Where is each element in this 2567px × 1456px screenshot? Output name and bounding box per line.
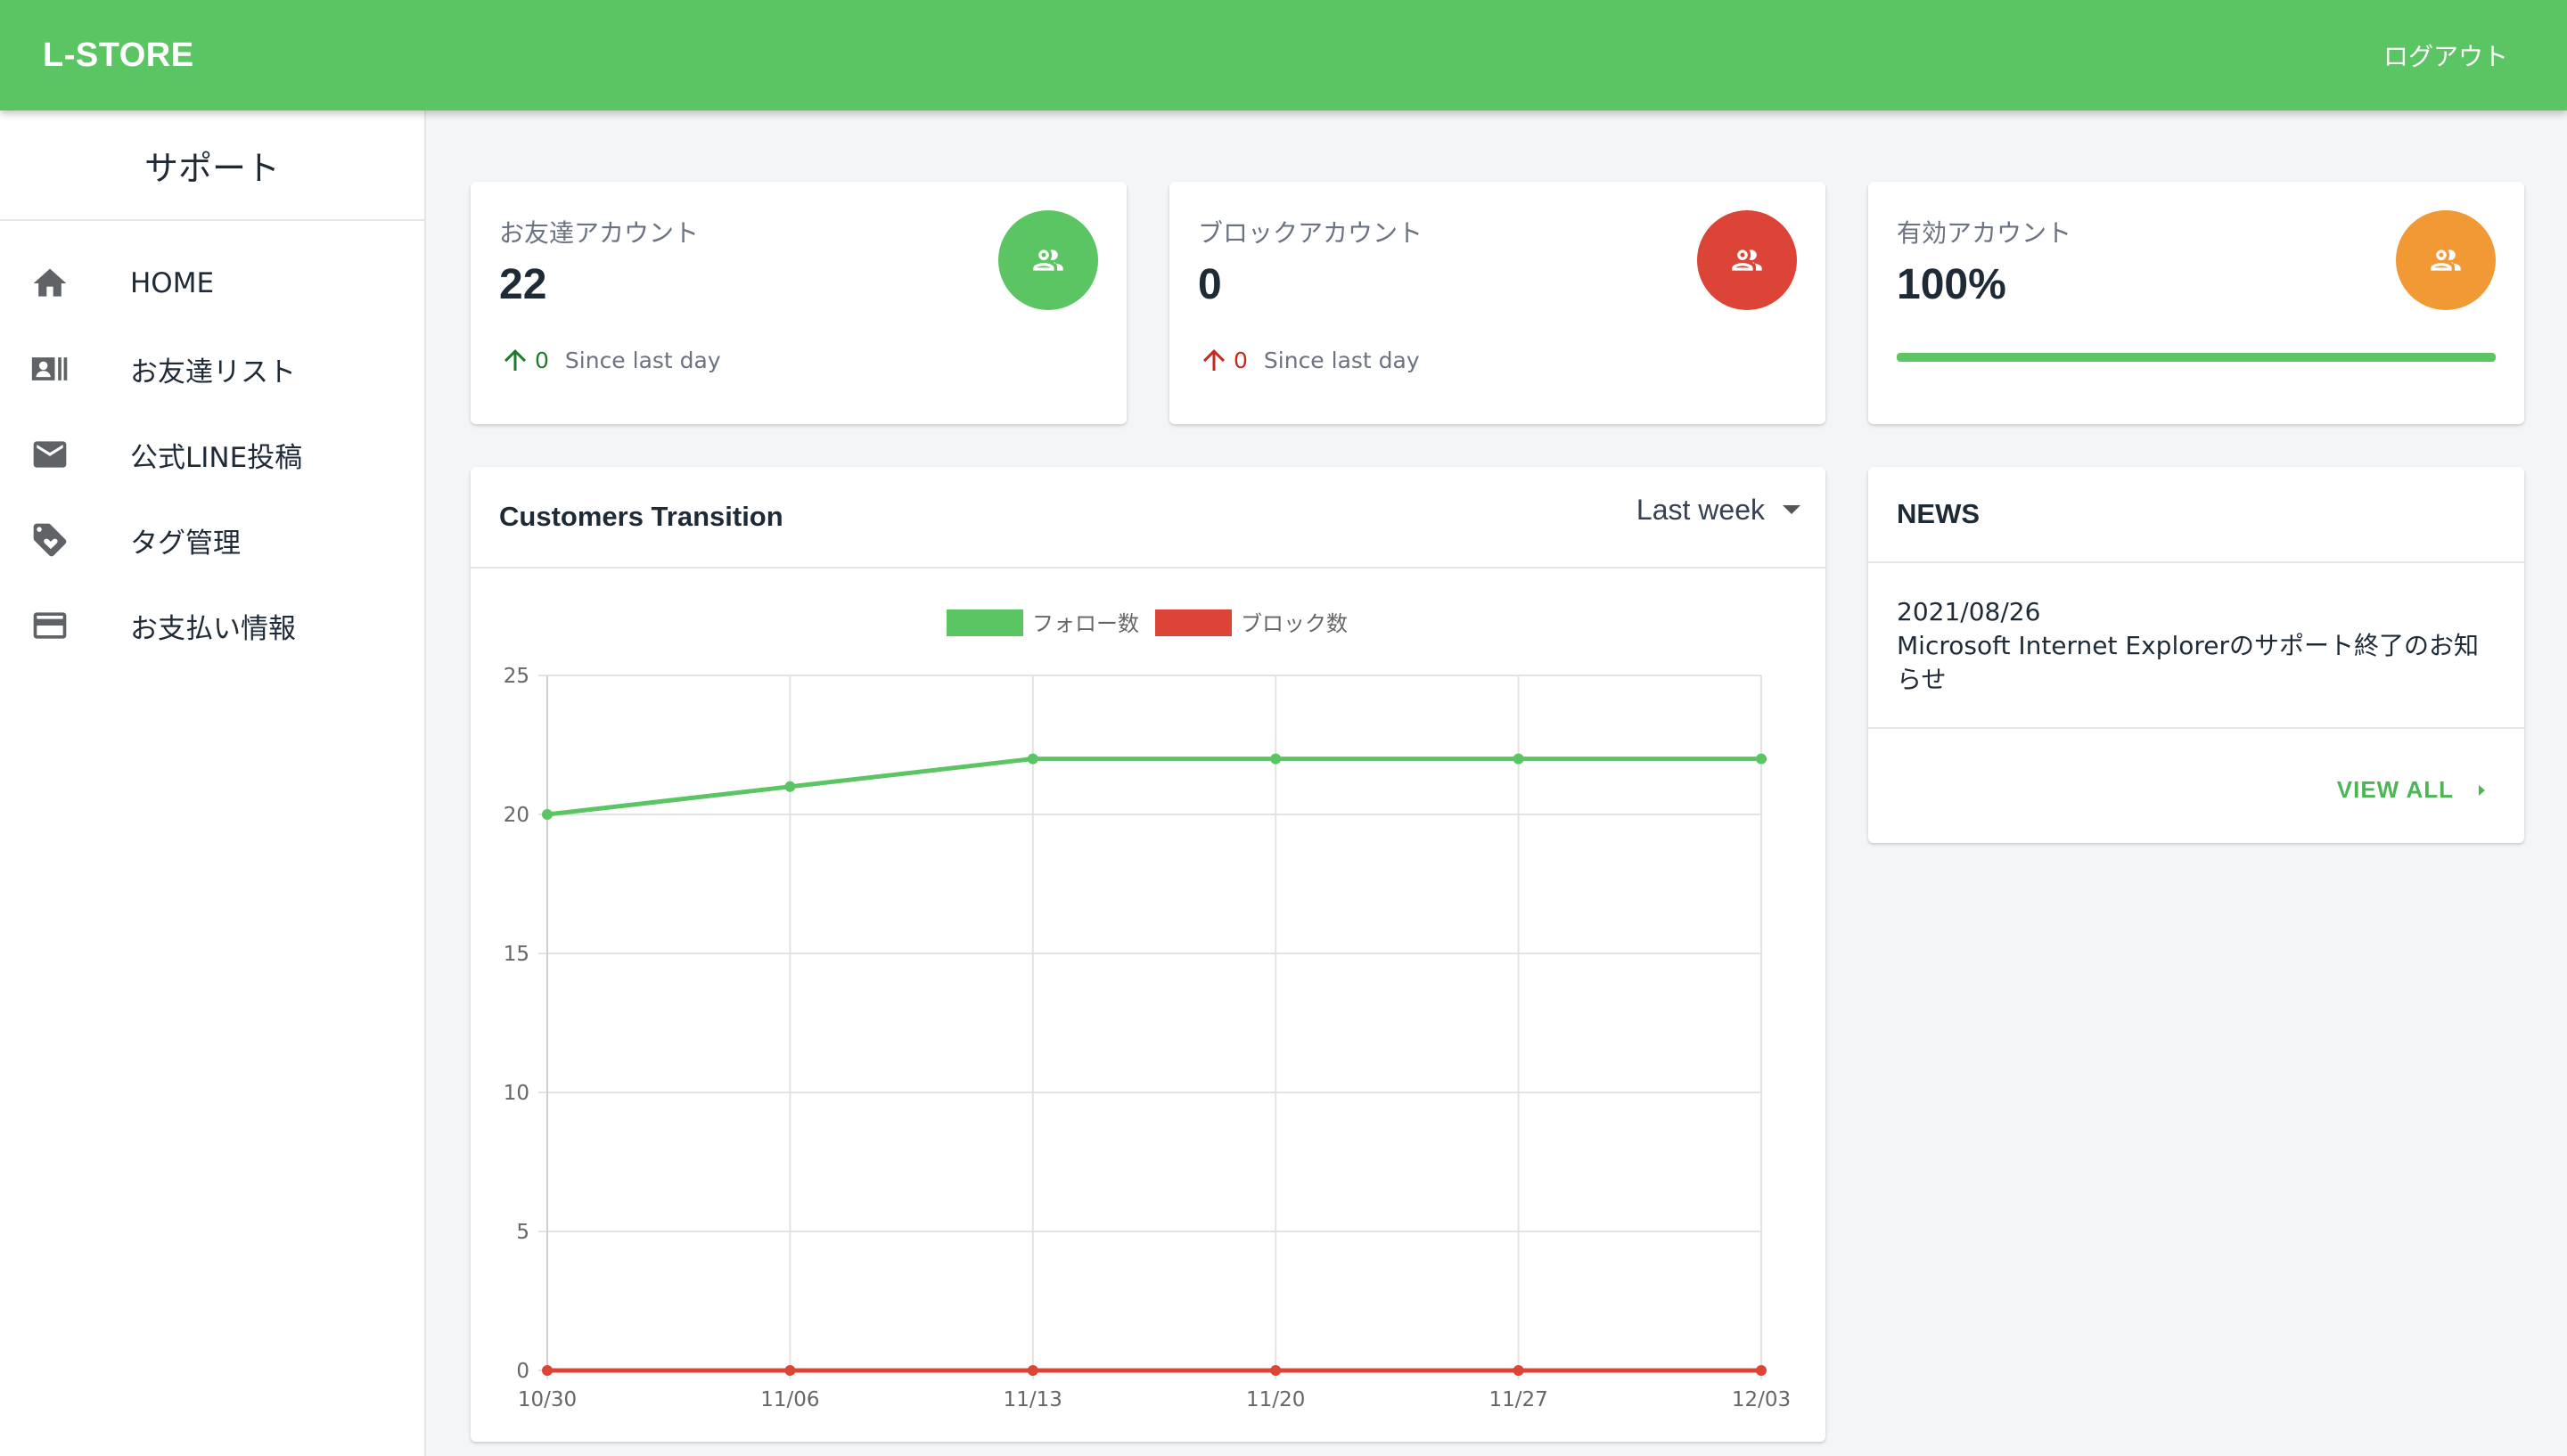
- view-all-label: VIEW ALL: [2336, 776, 2454, 803]
- x-tick-label: 11/27: [1489, 1388, 1547, 1411]
- credit-card-icon: [29, 604, 71, 647]
- stat-value: 100%: [1897, 261, 2006, 308]
- news-panel: NEWS 2021/08/26 Microsoft Internet Explo…: [1868, 467, 2524, 843]
- logout-button[interactable]: ログアウト: [2383, 37, 2508, 73]
- group-icon: [2431, 249, 2461, 271]
- news-title: NEWS: [1897, 498, 1980, 529]
- stat-value: 22: [499, 261, 547, 308]
- arrow-up-icon: [504, 349, 526, 371]
- home-icon: [29, 262, 71, 305]
- x-tick-label: 10/30: [518, 1388, 577, 1411]
- stat-since-label: Since last day: [564, 347, 721, 373]
- chart-panel-header: Customers Transition Last week: [471, 467, 1825, 568]
- sidebar-nav: HOME お友達リスト 公式LINE投稿 タグ管理 お支払い情報: [0, 221, 424, 668]
- y-tick-label: 15: [504, 943, 529, 966]
- stat-delta: 0: [535, 347, 549, 373]
- data-point: [784, 781, 796, 792]
- y-tick-label: 25: [504, 665, 529, 688]
- data-point: [1027, 753, 1038, 765]
- data-point: [542, 1365, 553, 1376]
- stat-title: 有効アカウント: [1897, 218, 2072, 248]
- news-text: Microsoft Internet Explorerのサポート終了のお知らせ: [1897, 631, 2479, 694]
- data-point: [1270, 753, 1282, 765]
- sidebar-item-friends-list[interactable]: お友達リスト: [0, 326, 424, 412]
- data-point: [1756, 753, 1767, 765]
- y-tick-label: 20: [504, 804, 529, 827]
- period-dropdown[interactable]: Last week: [1636, 494, 1800, 527]
- x-tick-label: 11/06: [760, 1388, 819, 1411]
- period-dropdown-value: Last week: [1636, 493, 1765, 526]
- sidebar-item-tags[interactable]: タグ管理: [0, 497, 424, 583]
- progress-fill: [1897, 353, 2496, 362]
- legend-label: フォロー数: [1032, 611, 1139, 636]
- x-tick-label: 11/20: [1246, 1388, 1305, 1411]
- mail-icon: [29, 433, 71, 476]
- caret-down-icon: [1783, 505, 1800, 514]
- sidebar-item-line-post[interactable]: 公式LINE投稿: [0, 412, 424, 497]
- data-point: [1756, 1365, 1767, 1376]
- stat-footer: 0 Since last day: [1198, 344, 1420, 376]
- legend-label: ブロック数: [1241, 611, 1348, 636]
- active-progress-bar: [1897, 353, 2496, 362]
- stat-icon-circle: [2396, 210, 2496, 310]
- view-all-button[interactable]: VIEW ALL: [2337, 776, 2485, 804]
- chart-panel: Customers Transition Last week 0 5 10 15 20 2…: [471, 467, 1825, 1442]
- stat-card-active: 有効アカウント 100%: [1868, 182, 2524, 424]
- brand-logo[interactable]: L-STORE: [43, 37, 194, 75]
- app-bar: L-STORE ログアウト: [0, 0, 2567, 110]
- stat-title: お友達アカウント: [499, 218, 700, 248]
- chart-panel-title: Customers Transition: [499, 501, 783, 532]
- sidebar-item-label: 公式LINE投稿: [130, 441, 303, 474]
- stat-footer: 0 Since last day: [499, 344, 721, 376]
- news-header: NEWS: [1868, 467, 2524, 563]
- sidebar: サポート HOME お友達リスト 公式LINE投稿 タグ管理 お支払い情報: [0, 110, 426, 1456]
- arrow-up-icon: [1203, 349, 1225, 371]
- stat-icon-circle: [998, 210, 1098, 310]
- legend-swatch: [947, 609, 1023, 636]
- chevron-right-icon: [2479, 784, 2485, 796]
- stat-icon-circle: [1697, 210, 1797, 310]
- stat-card-friends: お友達アカウント 22 0 Since last day: [471, 182, 1127, 424]
- data-point: [1513, 1365, 1524, 1376]
- data-point: [784, 1365, 796, 1376]
- x-tick-label: 12/03: [1732, 1388, 1791, 1411]
- y-tick-label: 5: [516, 1221, 529, 1244]
- stat-value: 0: [1198, 261, 1222, 308]
- sidebar-item-label: HOME: [130, 267, 215, 299]
- sidebar-title: サポート: [0, 110, 424, 221]
- group-icon: [1033, 249, 1063, 271]
- group-icon: [1732, 249, 1762, 271]
- stat-delta: 0: [1234, 347, 1248, 373]
- stat-card-blocked: ブロックアカウント 0 0 Since last day: [1169, 182, 1825, 424]
- sidebar-item-payment[interactable]: お支払い情報: [0, 583, 424, 668]
- news-item[interactable]: 2021/08/26 Microsoft Internet Explorerのサ…: [1868, 563, 2524, 729]
- stat-title: ブロックアカウント: [1198, 218, 1423, 248]
- data-point: [542, 809, 553, 820]
- sidebar-item-label: お支払い情報: [130, 612, 296, 645]
- data-point: [1513, 753, 1524, 765]
- sidebar-item-label: お友達リスト: [130, 356, 296, 389]
- data-point: [1270, 1365, 1282, 1376]
- y-tick-label: 0: [516, 1360, 529, 1383]
- sidebar-item-home[interactable]: HOME: [0, 241, 424, 326]
- news-date: 2021/08/26: [1897, 597, 2041, 626]
- sidebar-item-label: タグ管理: [130, 527, 241, 560]
- stat-since-label: Since last day: [1263, 347, 1420, 373]
- series-line-0: [546, 757, 1761, 817]
- data-point: [1027, 1365, 1038, 1376]
- x-tick-label: 11/13: [1004, 1388, 1062, 1411]
- legend-swatch: [1155, 609, 1232, 636]
- contacts-icon: [29, 348, 71, 390]
- y-tick-label: 10: [504, 1082, 529, 1105]
- tag-icon: [29, 519, 71, 561]
- line-chart: 0 5 10 15 20 25 10/30 11/06 11/13 11/20 11/27 12/03…: [504, 609, 1791, 1411]
